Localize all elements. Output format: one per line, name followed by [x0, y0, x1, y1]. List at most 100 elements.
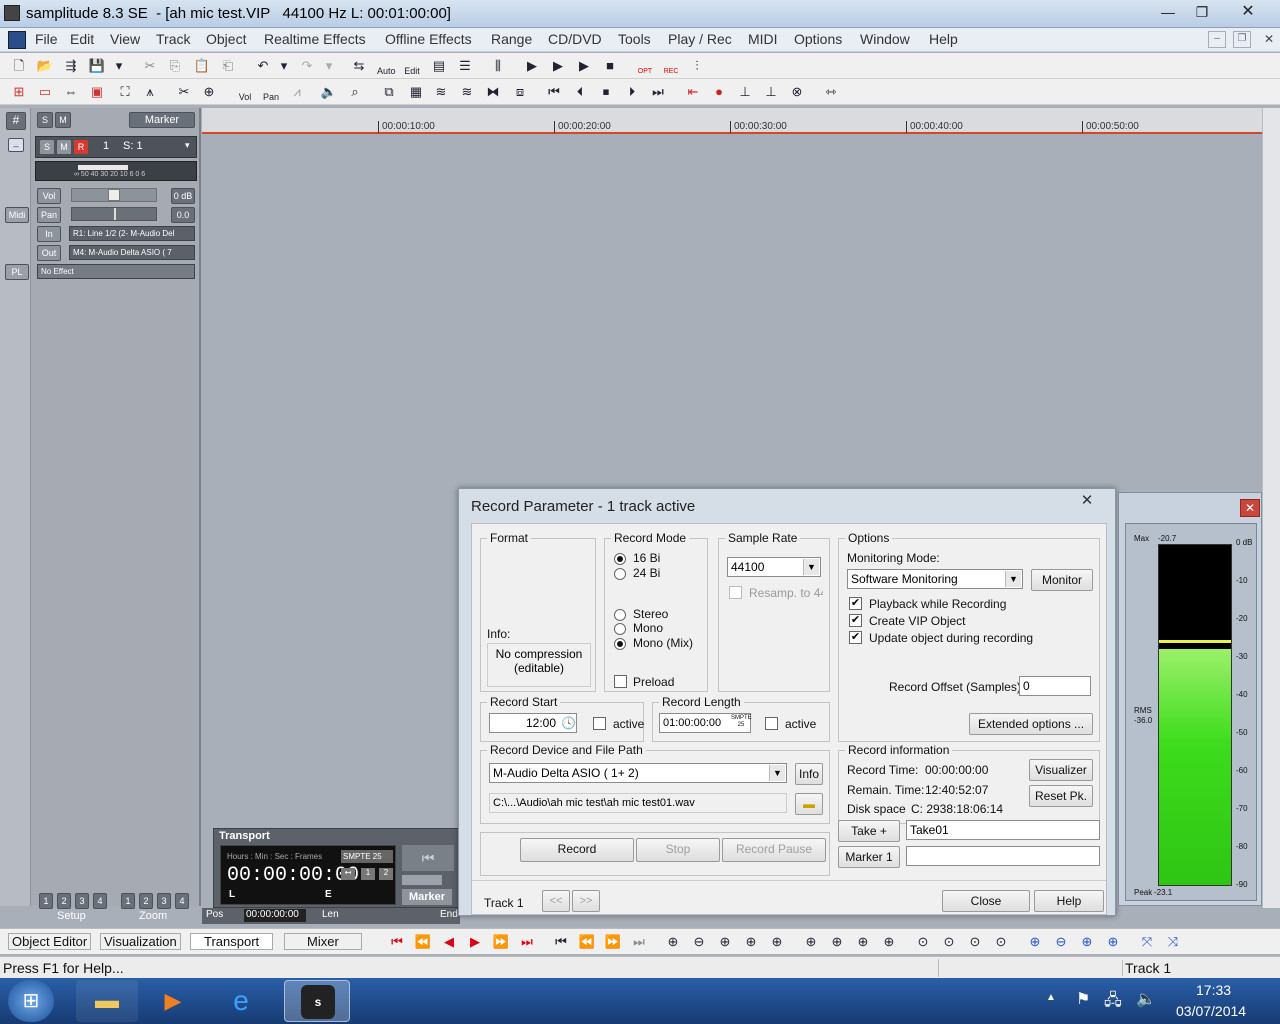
multitrack-record-icon[interactable]: ⫶	[688, 57, 706, 75]
object-start-icon[interactable]: ⏮	[552, 933, 570, 951]
marker-add-icon[interactable]: ⊥	[736, 83, 754, 101]
custom-zoom-1-icon[interactable]: ⊙	[914, 933, 932, 951]
import-icon[interactable]: ⇶	[62, 57, 80, 75]
clock-time[interactable]: 17:33	[1196, 982, 1231, 998]
tab-visualization[interactable]: Visualization	[100, 933, 181, 950]
vzoom-all-icon[interactable]: ⊕	[1104, 933, 1122, 951]
extended-options-button[interactable]: Extended options ...	[969, 713, 1093, 735]
track-selector[interactable]: S: 1	[123, 140, 143, 152]
object-next-icon[interactable]: ⏩	[604, 933, 622, 951]
play-loop-icon[interactable]: ▶	[575, 57, 593, 75]
tab-mixer[interactable]: Mixer	[284, 933, 362, 950]
mute-all-button[interactable]: M	[55, 112, 71, 128]
custom-zoom-3-icon[interactable]: ⊙	[966, 933, 984, 951]
grid-view-icon[interactable]: ▦	[407, 83, 425, 101]
mdi-close-icon[interactable]: ✕	[1260, 31, 1278, 48]
snap-icon[interactable]: ⇆	[350, 57, 368, 75]
grid-icon[interactable]: ▤	[430, 57, 448, 75]
step-back-icon[interactable]: ◀	[440, 933, 458, 951]
zoom-4-button[interactable]: 4	[175, 893, 189, 909]
clock-date[interactable]: 03/07/2014	[1176, 1003, 1246, 1019]
radio-mono-mix[interactable]	[614, 638, 626, 650]
setup-3-button[interactable]: 3	[75, 893, 89, 909]
volume-icon[interactable]: ⩚	[141, 83, 159, 101]
clock-icon[interactable]: 🕓	[561, 716, 576, 730]
vol-curve-icon[interactable]: Vol	[236, 83, 254, 102]
monitoring-select[interactable]: Software Monitoring ▼	[847, 569, 1023, 589]
monitor-button[interactable]: Monitor	[1031, 569, 1093, 591]
volume-slider[interactable]	[71, 188, 157, 202]
fx-curve-icon[interactable]: ⩘	[288, 83, 306, 101]
paste-special-icon[interactable]: ⎗	[219, 57, 237, 75]
marker-name-input[interactable]	[906, 846, 1100, 866]
marker-1-button[interactable]: Marker 1	[838, 846, 900, 868]
undo-dropdown-icon[interactable]: ▾	[275, 57, 293, 75]
rewind-icon[interactable]: ⏮	[402, 845, 454, 871]
undo-icon[interactable]: ↶	[254, 57, 272, 75]
fast-fwd-icon[interactable]: ⏩	[492, 933, 510, 951]
smpte-select[interactable]: SMPTE 25	[341, 850, 393, 863]
effect-select[interactable]: No Effect	[37, 264, 195, 279]
visualizer-button[interactable]: Visualizer	[1029, 759, 1093, 781]
open-icon[interactable]: 📂	[36, 57, 54, 75]
device-info-button[interactable]: Info	[795, 763, 823, 785]
take-plus-button[interactable]: Take +	[838, 820, 900, 842]
step-fwd-icon[interactable]: ▶	[466, 933, 484, 951]
menu-window[interactable]: Window	[860, 31, 910, 47]
mixer-icon[interactable]: ⫼	[489, 57, 507, 75]
stop-icon[interactable]: ■	[601, 57, 619, 75]
playback-checkbox[interactable]: ✔	[849, 597, 862, 610]
zoom-in-icon[interactable]: ⊕	[664, 933, 682, 951]
save-icon[interactable]: 💾	[88, 57, 106, 75]
mdi-minimize-icon[interactable]: –	[1208, 31, 1226, 48]
record-opt-icon[interactable]: OPT	[636, 57, 654, 75]
zoom-3-button[interactable]: 3	[157, 893, 171, 909]
redo-dropdown-icon[interactable]: ▾	[320, 57, 338, 75]
range-all-icon[interactable]: ▭	[36, 83, 54, 101]
menu-help[interactable]: Help	[929, 31, 958, 47]
setup-1-button[interactable]: 1	[39, 893, 53, 909]
edit-mode-icon[interactable]: Edit	[403, 57, 421, 76]
setup-2-button[interactable]: 2	[57, 893, 71, 909]
action-center-icon[interactable]: ⚑	[1076, 989, 1090, 1009]
list-icon[interactable]: ☰	[456, 57, 474, 75]
menu-offline-effects[interactable]: Offline Effects	[385, 31, 472, 47]
loop-icon[interactable]: ⇿	[822, 83, 840, 101]
transport-marker-button[interactable]: Marker	[402, 889, 452, 905]
dialog-close-icon[interactable]: ✕	[1065, 491, 1109, 511]
setup-4-button[interactable]: 4	[93, 893, 107, 909]
stop-button[interactable]: Stop	[636, 838, 720, 862]
select-icon[interactable]: ▣	[88, 83, 106, 101]
rewind-fast-icon[interactable]: ⏪	[414, 933, 432, 951]
solo-button[interactable]: S	[39, 139, 55, 155]
track-zoom-in-icon[interactable]: ⤧	[1138, 933, 1156, 951]
marker-move-icon[interactable]: ⊥	[762, 83, 780, 101]
network-icon[interactable]: 🖧	[1104, 989, 1122, 1016]
menu-options[interactable]: Options	[794, 31, 842, 47]
zoom-range-icon[interactable]: ⊕	[768, 933, 786, 951]
wave-view2-icon[interactable]: ≋	[458, 83, 476, 101]
midi-button[interactable]: Midi	[5, 207, 29, 223]
file-path-input[interactable]: C:\...\Audio\ah mic test\ah mic test01.w…	[489, 793, 787, 813]
grid-toggle-icon[interactable]: #	[6, 112, 26, 130]
snapshot-icon[interactable]: ⧉	[380, 83, 398, 101]
record-length-active-checkbox[interactable]	[765, 717, 778, 730]
pan-curve-icon[interactable]: Pan	[262, 83, 280, 102]
pl-button[interactable]: PL	[5, 264, 29, 280]
record-start-active-checkbox[interactable]	[593, 717, 606, 730]
pan-slider-thumb[interactable]	[114, 208, 116, 220]
timeline-ruler[interactable]: 00:00:10:00 00:00:20:00 00:00:30:00 00:0…	[202, 108, 1262, 134]
chevron-down-icon[interactable]: ▼	[803, 559, 819, 575]
radio-24bit[interactable]	[614, 568, 626, 580]
help-button[interactable]: Help	[1034, 890, 1104, 912]
volume-slider-thumb[interactable]	[108, 189, 120, 201]
zoom-out-icon[interactable]: ⊖	[690, 933, 708, 951]
menu-edit[interactable]: Edit	[70, 31, 94, 47]
menu-file[interactable]: File	[35, 31, 58, 47]
chevron-down-icon[interactable]: ▼	[1005, 571, 1021, 587]
chevron-down-icon[interactable]: ▼	[769, 765, 785, 781]
reset-peak-button[interactable]: Reset Pk.	[1029, 785, 1093, 807]
object-prev-icon[interactable]: ⏪	[578, 933, 596, 951]
record-pause-button[interactable]: Record Pause	[722, 838, 826, 862]
object-icon[interactable]: ⛶	[116, 83, 134, 101]
